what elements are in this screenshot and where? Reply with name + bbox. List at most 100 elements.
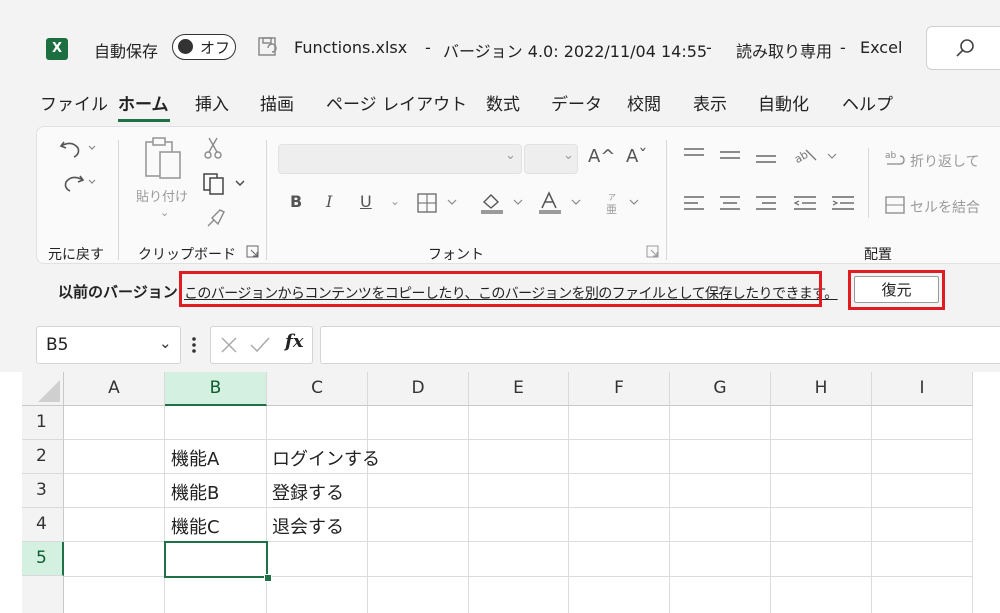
active-cell-b5[interactable] bbox=[164, 541, 268, 578]
align-middle-icon[interactable] bbox=[718, 146, 742, 166]
app-name: Excel bbox=[860, 38, 903, 57]
more-options-icon[interactable] bbox=[190, 335, 198, 355]
font-name-combo[interactable]: ⌄ bbox=[278, 144, 522, 174]
restore-button[interactable]: 復元 bbox=[854, 276, 939, 303]
italic-button[interactable]: I bbox=[326, 192, 332, 211]
dialog-launcher-icon[interactable] bbox=[246, 245, 260, 259]
tab-draw[interactable]: 描画 bbox=[260, 90, 294, 120]
tab-automate[interactable]: 自動化 bbox=[758, 90, 809, 120]
underline-button[interactable]: U bbox=[360, 192, 372, 211]
orientation-icon[interactable]: ab bbox=[792, 144, 842, 168]
row-header-1[interactable]: 1 bbox=[22, 406, 64, 440]
fill-handle[interactable] bbox=[264, 574, 272, 582]
name-box-value: B5 bbox=[46, 335, 69, 355]
cell-c3[interactable]: 登録する bbox=[272, 479, 344, 505]
active-tab-indicator bbox=[118, 119, 170, 122]
column-header-b[interactable]: B bbox=[165, 372, 267, 406]
tab-help[interactable]: ヘルプ bbox=[842, 90, 893, 120]
chevron-down-icon: ⌄ bbox=[505, 148, 516, 163]
format-painter-icon[interactable] bbox=[204, 206, 228, 230]
fill-color-icon[interactable] bbox=[478, 190, 528, 216]
title-separator: - bbox=[706, 38, 712, 57]
wrap-text-icon[interactable]: ab bbox=[884, 148, 906, 170]
undo-group-label: 元に戻す bbox=[48, 247, 104, 263]
paste-dropdown-icon[interactable]: ⌄ bbox=[160, 206, 169, 219]
copy-icon[interactable] bbox=[202, 172, 248, 196]
dialog-launcher-icon[interactable] bbox=[646, 245, 660, 259]
file-save-icon bbox=[256, 35, 280, 59]
svg-text:亜: 亜 bbox=[606, 203, 617, 216]
row-header-5[interactable]: 5 bbox=[22, 542, 64, 576]
tab-data[interactable]: データ bbox=[551, 90, 602, 120]
borders-icon[interactable] bbox=[416, 192, 460, 214]
autosave-toggle[interactable]: オフ bbox=[172, 34, 236, 60]
merge-label[interactable]: セルを結合 bbox=[910, 197, 980, 217]
formula-input[interactable] bbox=[320, 326, 1000, 364]
column-header-c[interactable]: C bbox=[267, 372, 368, 406]
align-top-icon[interactable] bbox=[682, 146, 706, 166]
excel-icon: X bbox=[46, 38, 68, 60]
cell-c2[interactable]: ログインする bbox=[272, 445, 380, 471]
tab-insert[interactable]: 挿入 bbox=[195, 90, 229, 120]
svg-text:ab: ab bbox=[792, 148, 810, 166]
enter-icon[interactable] bbox=[249, 335, 271, 355]
chevron-down-icon[interactable]: ⌄ bbox=[159, 334, 172, 352]
column-header-i[interactable]: I bbox=[872, 372, 973, 406]
cell-b3[interactable]: 機能B bbox=[171, 479, 219, 505]
bold-button[interactable]: B bbox=[290, 192, 302, 211]
row-header-6[interactable] bbox=[22, 576, 64, 613]
autosave-label: 自動保存 bbox=[94, 42, 159, 61]
align-right-icon[interactable] bbox=[754, 194, 778, 214]
tab-home[interactable]: ホーム bbox=[118, 90, 169, 120]
column-header-h[interactable]: H bbox=[771, 372, 872, 406]
search-icon bbox=[955, 37, 977, 59]
increase-indent-icon[interactable] bbox=[830, 194, 856, 214]
cell-b2[interactable]: 機能A bbox=[171, 445, 219, 471]
align-bottom-icon[interactable] bbox=[754, 146, 778, 168]
cancel-icon[interactable] bbox=[219, 335, 239, 355]
ribbon-separator bbox=[266, 140, 267, 260]
column-header-g[interactable]: G bbox=[670, 372, 771, 406]
row-header-4[interactable]: 4 bbox=[22, 508, 64, 542]
grid-line bbox=[972, 406, 973, 613]
grid-line bbox=[64, 439, 973, 440]
shrink-font-button[interactable]: Aˇ bbox=[626, 146, 647, 167]
align-left-icon[interactable] bbox=[682, 194, 706, 214]
redo-icon[interactable] bbox=[58, 170, 98, 194]
cell-c4[interactable]: 退会する bbox=[272, 513, 344, 539]
name-box[interactable]: B5 ⌄ bbox=[36, 326, 181, 364]
tab-review[interactable]: 校閲 bbox=[627, 90, 661, 120]
tab-file[interactable]: ファイル bbox=[40, 90, 108, 120]
cell-b4[interactable]: 機能C bbox=[171, 513, 220, 539]
highlight-box-message bbox=[179, 271, 822, 307]
clipboard-group-label: クリップボード bbox=[138, 247, 236, 263]
align-center-icon[interactable] bbox=[718, 194, 742, 214]
grid-line bbox=[64, 507, 973, 508]
undo-icon[interactable] bbox=[58, 136, 98, 160]
row-header-2[interactable]: 2 bbox=[22, 440, 64, 474]
font-color-icon[interactable] bbox=[536, 190, 586, 216]
wrap-text-label[interactable]: 折り返して bbox=[910, 151, 980, 171]
decrease-indent-icon[interactable] bbox=[792, 194, 818, 214]
row-header-3[interactable]: 3 bbox=[22, 474, 64, 508]
autosave-state: オフ bbox=[200, 39, 231, 57]
paste-icon[interactable] bbox=[142, 136, 186, 182]
grow-font-button[interactable]: A^ bbox=[588, 146, 615, 167]
tab-view[interactable]: 表示 bbox=[693, 90, 727, 120]
insert-function-button[interactable]: fx bbox=[285, 331, 303, 352]
version-bar-label: 以前のバージョン bbox=[58, 283, 178, 301]
column-header-e[interactable]: E bbox=[469, 372, 569, 406]
font-size-combo[interactable]: ⌄ bbox=[524, 144, 578, 174]
phonetic-icon[interactable]: ア亜 bbox=[600, 190, 644, 216]
column-header-f[interactable]: F bbox=[569, 372, 670, 406]
tab-formulas[interactable]: 数式 bbox=[486, 90, 520, 120]
column-header-a[interactable]: A bbox=[64, 372, 165, 406]
search-box[interactable] bbox=[926, 26, 1000, 70]
cut-icon[interactable] bbox=[202, 136, 224, 160]
font-group-label: フォント bbox=[428, 247, 484, 263]
tab-page-layout[interactable]: ページ レイアウト bbox=[326, 90, 467, 120]
select-all-corner[interactable] bbox=[22, 372, 64, 406]
chevron-down-icon[interactable]: ⌄ bbox=[390, 194, 400, 208]
merge-cells-icon[interactable] bbox=[884, 194, 906, 216]
column-header-d[interactable]: D bbox=[368, 372, 469, 406]
